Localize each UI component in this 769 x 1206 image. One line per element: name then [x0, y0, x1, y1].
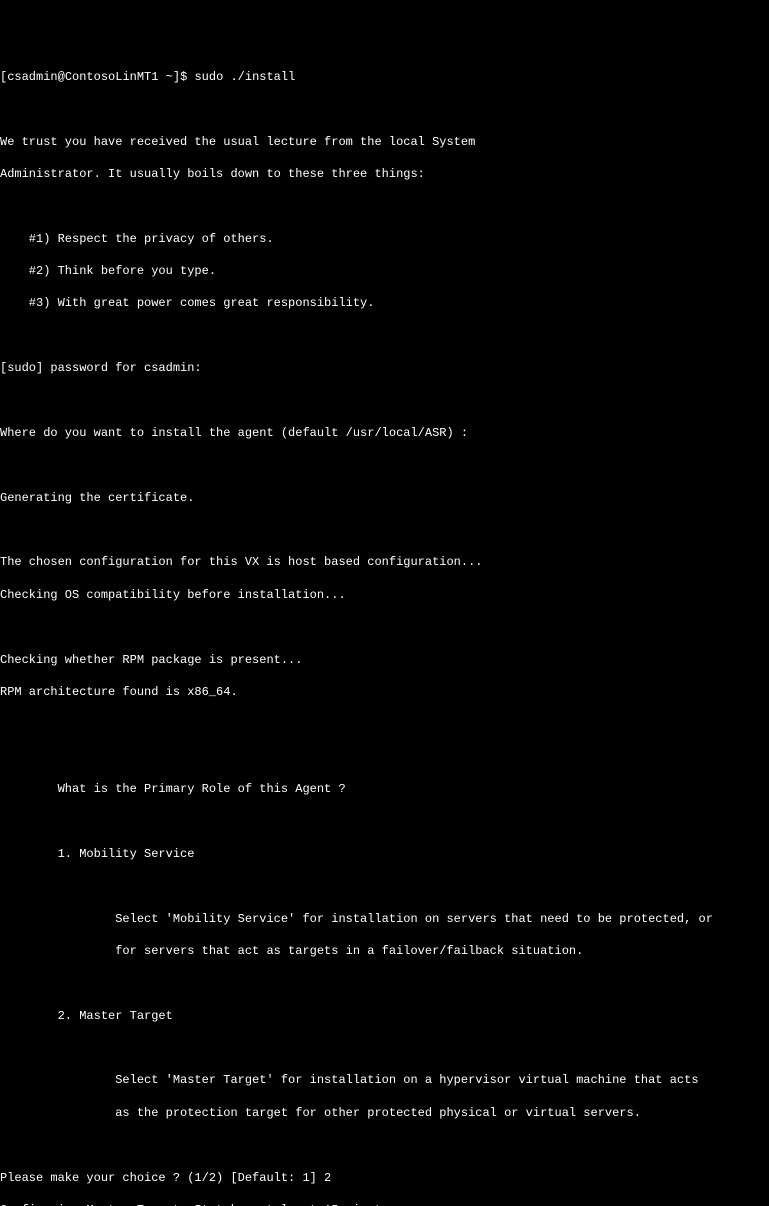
rpm-line-1: Checking whether RPM package is present.…: [0, 652, 769, 668]
blank-line: [0, 522, 769, 538]
blank-line: [0, 393, 769, 409]
install-location-prompt[interactable]: Where do you want to install the agent (…: [0, 425, 769, 441]
role-option-1-desc-2: for servers that act as targets in a fai…: [0, 943, 769, 959]
sudo-rule-3: #3) With great power comes great respons…: [0, 295, 769, 311]
blank-line: [0, 878, 769, 894]
sudo-rule-2: #2) Think before you type.: [0, 263, 769, 279]
shell-prompt: [csadmin@ContosoLinMT1 ~]$ sudo ./instal…: [0, 69, 769, 85]
sudo-lecture-line1: We trust you have received the usual lec…: [0, 134, 769, 150]
role-option-1-desc-1: Select 'Mobility Service' for installati…: [0, 911, 769, 927]
role-option-1-title: 1. Mobility Service: [0, 846, 769, 862]
blank-line: [0, 975, 769, 991]
blank-line: [0, 198, 769, 214]
blank-line: [0, 813, 769, 829]
config-line-1: The chosen configuration for this VX is …: [0, 554, 769, 570]
certificate-line: Generating the certificate.: [0, 490, 769, 506]
role-option-2-desc-1: Select 'Master Target' for installation …: [0, 1072, 769, 1088]
rpm-line-2: RPM architecture found is x86_64.: [0, 684, 769, 700]
sudo-lecture-line2: Administrator. It usually boils down to …: [0, 166, 769, 182]
sudo-rule-1: #1) Respect the privacy of others.: [0, 231, 769, 247]
blank-line: [0, 1040, 769, 1056]
sudo-password-prompt[interactable]: [sudo] password for csadmin:: [0, 360, 769, 376]
blank-line: [0, 328, 769, 344]
role-option-2-desc-2: as the protection target for other prote…: [0, 1105, 769, 1121]
blank-line: [0, 457, 769, 473]
role-question: What is the Primary Role of this Agent ?: [0, 781, 769, 797]
command-text: sudo ./install: [194, 70, 295, 84]
configuring-line: Configuring Master Target. It takes at l…: [0, 1202, 769, 1206]
blank-line: [0, 619, 769, 635]
config-line-2: Checking OS compatibility before install…: [0, 587, 769, 603]
blank-line: [0, 1137, 769, 1153]
choice-prompt[interactable]: Please make your choice ? (1/2) [Default…: [0, 1170, 769, 1186]
blank-line: [0, 716, 769, 732]
blank-line: [0, 101, 769, 117]
blank-line: [0, 749, 769, 765]
role-option-2-title: 2. Master Target: [0, 1008, 769, 1024]
